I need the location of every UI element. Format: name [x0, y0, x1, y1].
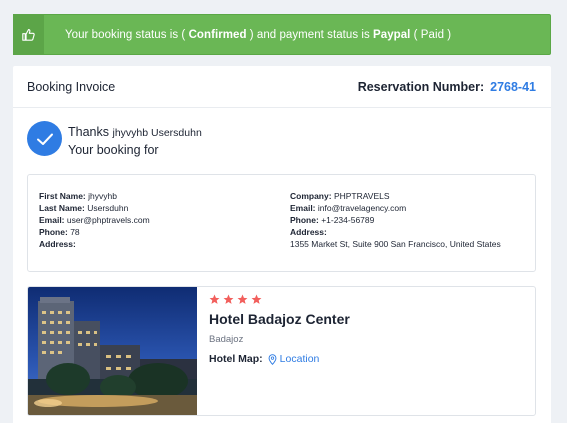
star-icon [251, 294, 262, 304]
booking-status-value: Confirmed [188, 28, 247, 41]
hotel-name: Hotel Badajoz Center [209, 311, 350, 327]
invoice-card: Booking Invoice Reservation Number: 2768-… [13, 66, 551, 423]
reservation-number-label: Reservation Number: [357, 79, 485, 94]
map-pin-icon [268, 353, 277, 365]
star-icon [223, 294, 234, 304]
thanks-prefix: Thanks [68, 125, 109, 139]
last-name-value: Usersduhn [87, 203, 129, 213]
company-details: Company: PHPTRAVELS Email: info@travelag… [290, 191, 501, 249]
customer-details: First Name: jhyvyhb Last Name: Usersduhn… [39, 191, 150, 249]
reservation-number-value: 2768-41 [490, 79, 536, 94]
customer-name: jhyvyhb Usersduhn [112, 127, 202, 139]
first-name-value: jhyvyhb [88, 191, 117, 201]
star-icon [209, 294, 220, 304]
booking-status-alert: Your booking status is ( Confirmed ) and… [13, 14, 551, 55]
hotel-map-label: Hotel Map: [209, 353, 263, 365]
company-phone-value: +1-234-56789 [321, 215, 375, 225]
customer-phone-value: 78 [70, 227, 80, 237]
hotel-photo [28, 287, 197, 415]
hotel-rating [209, 294, 350, 305]
customer-email-value: user@phptravels.com [66, 215, 150, 225]
thumbs-up-icon [13, 14, 44, 55]
hotel-map: Hotel Map: Location [209, 353, 350, 365]
status-message: Your booking status is ( Confirmed ) and… [65, 28, 452, 41]
location-link[interactable]: Location [280, 353, 320, 365]
hotel-city: Badajoz [209, 334, 244, 345]
invoice-header: Booking Invoice Reservation Number: 2768-… [13, 66, 551, 108]
booking-details-box: First Name: jhyvyhb Last Name: Usersduhn… [27, 174, 536, 272]
reservation-number: Reservation Number: 2768-41 [358, 78, 536, 96]
invoice-title: Booking Invoice [27, 79, 116, 94]
thanks-subtitle: Your booking for [68, 143, 159, 157]
company-address-value: 1355 Market St, Suite 900 San Francisco,… [290, 239, 501, 249]
payment-method-value: Paypal [373, 28, 411, 41]
check-circle-icon [27, 121, 62, 156]
star-icon [237, 294, 248, 304]
company-email-value: info@travelagency.com [317, 203, 407, 213]
hotel-card: Hotel Badajoz Center Badajoz Hotel Map: … [27, 286, 536, 416]
thanks-message: Thanks jhyvyhb Usersduhn Your booking fo… [27, 121, 202, 159]
company-name-value: PHPTRAVELS [333, 191, 390, 201]
